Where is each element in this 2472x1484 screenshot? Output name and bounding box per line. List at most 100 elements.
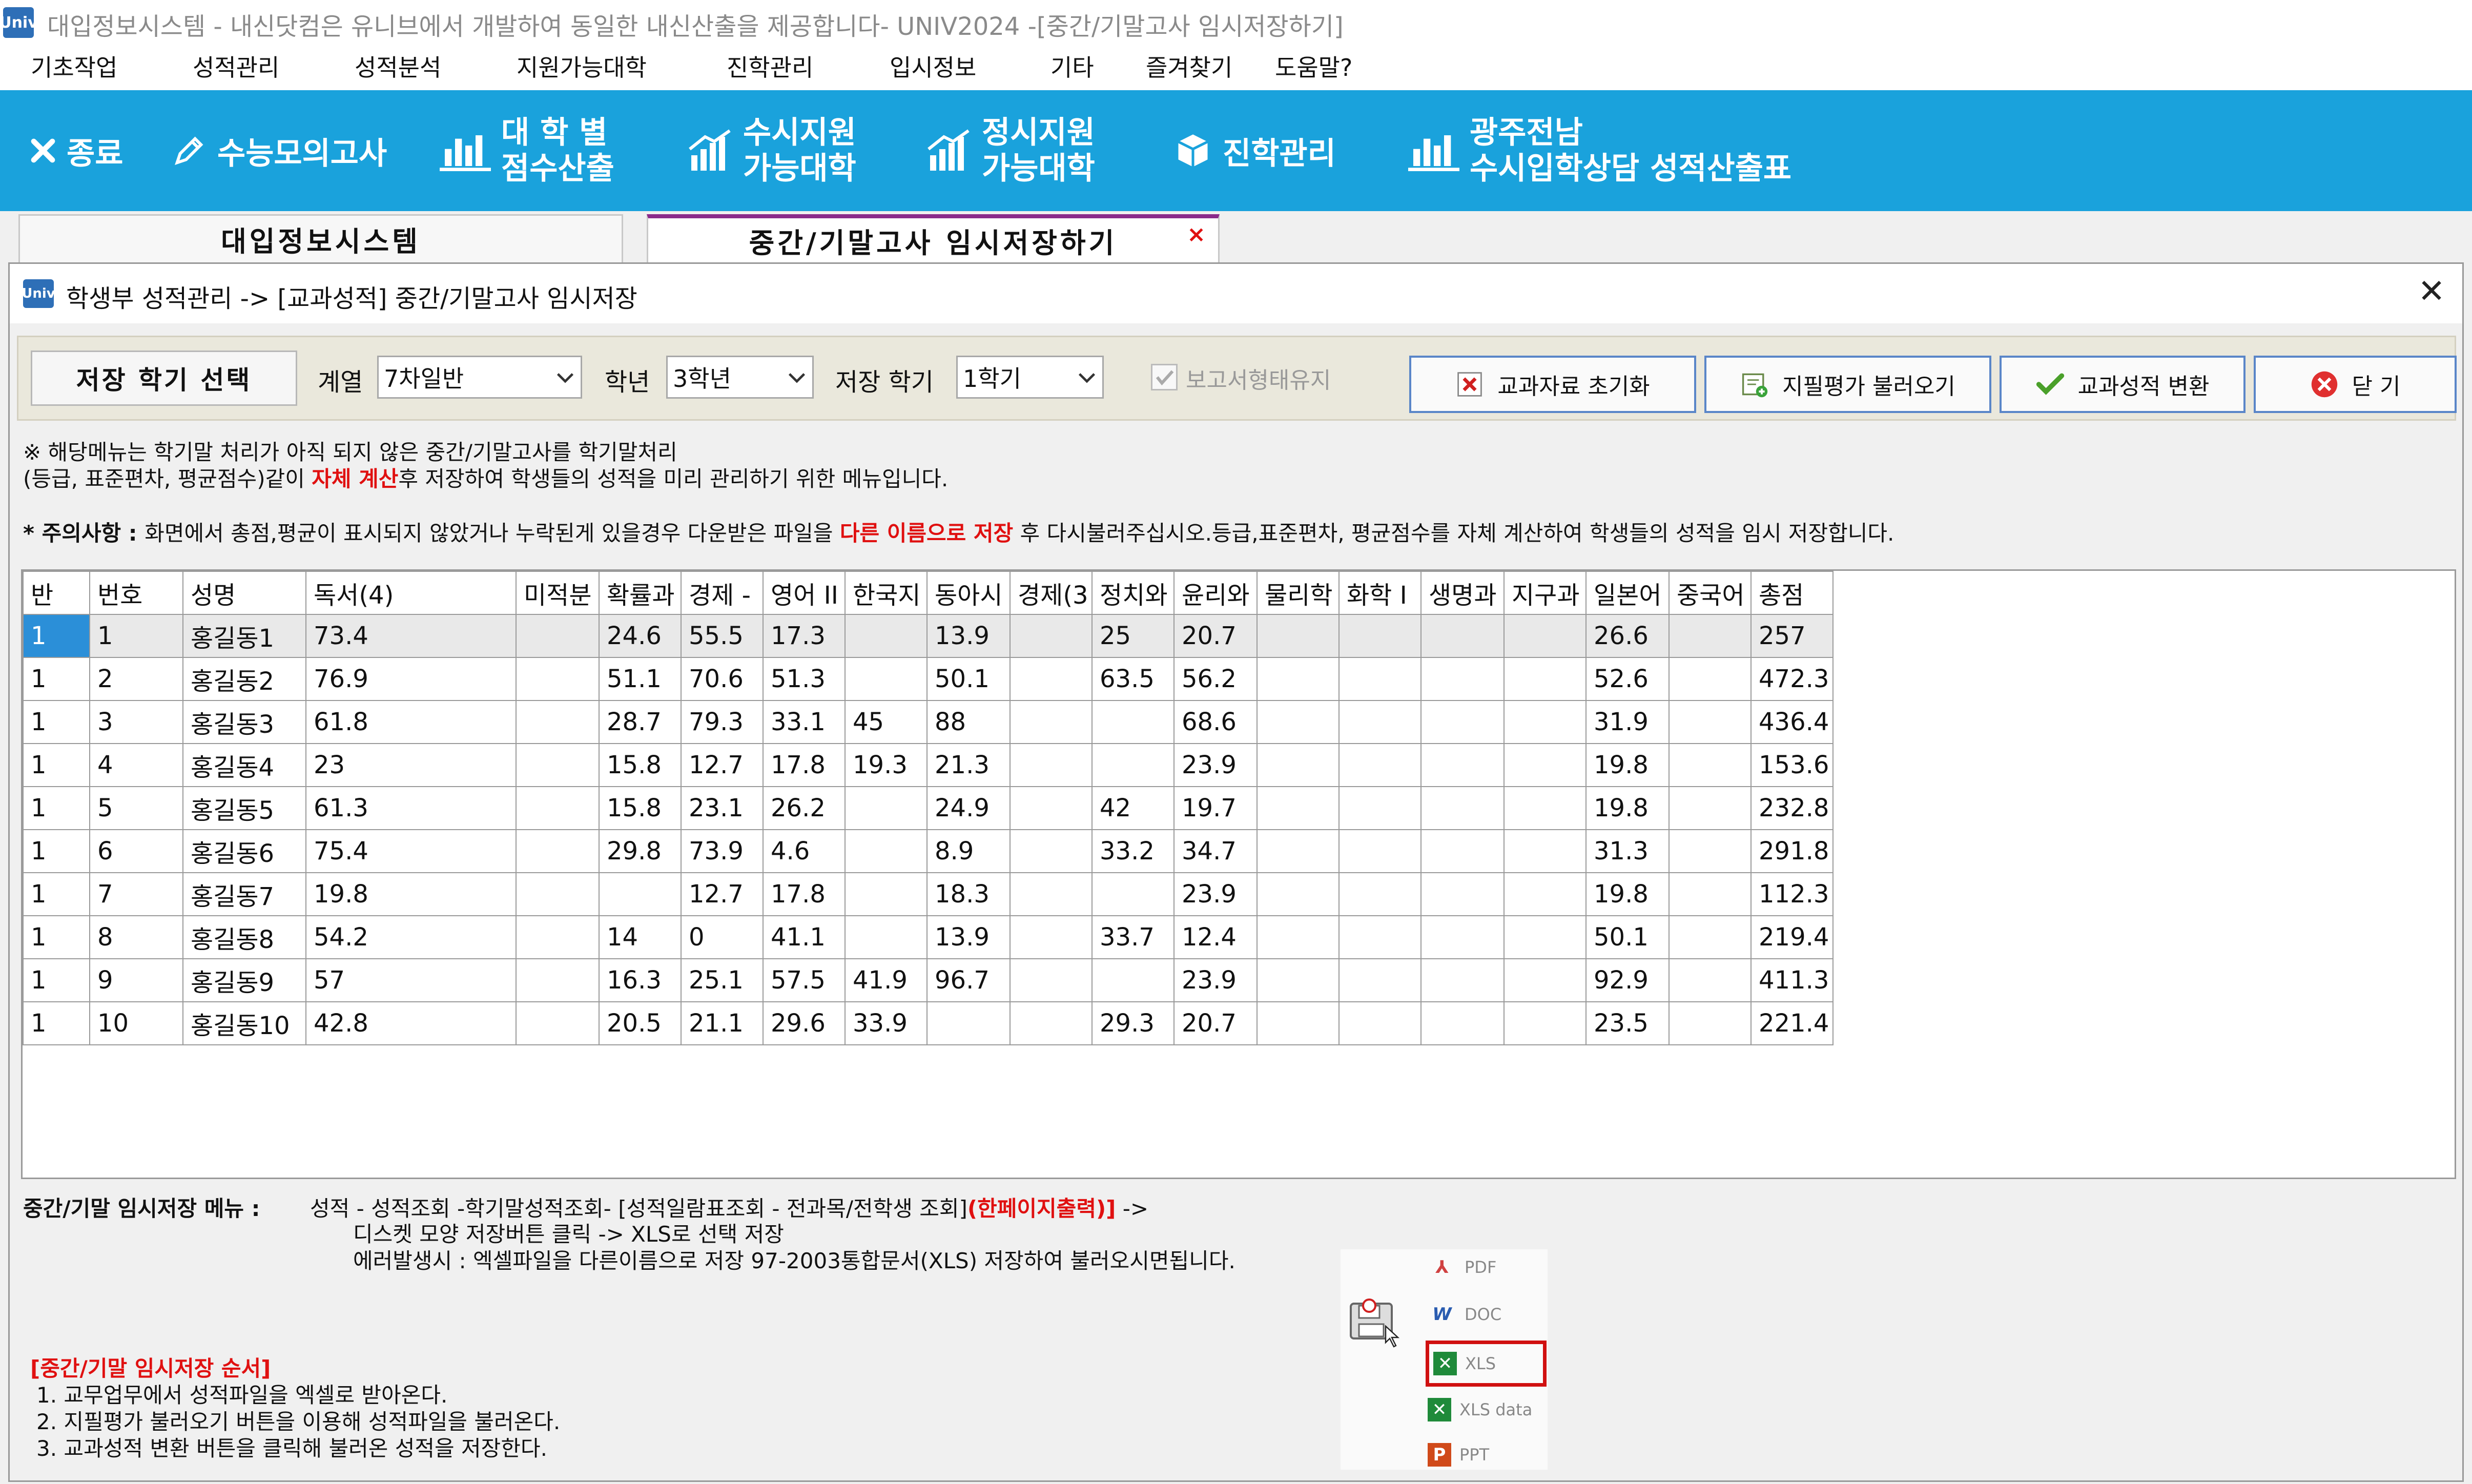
table-cell[interactable]: 20.5 [599,1001,682,1045]
menu-counseling[interactable]: 진학관리 [727,49,813,83]
table-cell[interactable]: 63.5 [1091,657,1175,701]
table-cell[interactable]: 31.3 [1585,829,1670,873]
table-cell[interactable] [1668,915,1752,959]
table-cell[interactable]: 23.9 [1173,958,1258,1002]
table-cell[interactable]: 1 [23,786,90,830]
table-cell[interactable] [1503,786,1587,830]
table-cell[interactable]: 홍길동3 [182,700,306,744]
table-cell[interactable]: 33.2 [1091,829,1175,873]
table-cell[interactable] [1338,958,1422,1002]
export-ppt-option[interactable]: P PPT [1428,1437,1546,1473]
table-cell[interactable]: 23.9 [1173,743,1258,787]
column-header[interactable]: 반 [23,571,90,615]
column-header[interactable]: 미적분 [516,571,600,615]
table-row[interactable]: 1 9 홍길동9 57 16.3 25.1 57.5 41.9 96.7 23.9 92.9 411.… [23,958,1834,1002]
table-cell[interactable]: 8 [89,915,183,959]
table-cell[interactable]: 홍길동5 [182,786,306,830]
table-cell[interactable]: 4.6 [763,829,846,873]
table-cell[interactable]: 33.1 [763,700,846,744]
table-cell[interactable]: 42 [1091,786,1175,830]
column-header[interactable]: 화학 I [1338,571,1422,615]
table-cell[interactable] [844,915,928,959]
table-cell[interactable]: 1 [89,614,183,658]
table-cell[interactable] [516,614,600,658]
menu-favorites[interactable]: 즐겨찾기 [1146,49,1232,83]
table-cell[interactable] [1668,1001,1752,1045]
table-cell[interactable]: 9 [89,958,183,1002]
table-cell[interactable] [1338,872,1422,916]
table-cell[interactable]: 1 [23,614,90,658]
table-cell[interactable] [1420,958,1505,1002]
table-cell[interactable]: 29.8 [599,829,682,873]
table-cell[interactable] [1503,829,1587,873]
column-header[interactable]: 생명과 [1420,571,1505,615]
table-cell[interactable]: 1 [23,958,90,1002]
table-cell[interactable]: 6 [89,829,183,873]
table-cell[interactable] [1668,743,1752,787]
table-cell[interactable]: 51.3 [763,657,846,701]
table-cell[interactable] [1420,614,1505,658]
table-cell[interactable] [1338,829,1422,873]
grade-select[interactable]: 3학년 [666,356,814,399]
table-cell[interactable]: 홍길동8 [182,915,306,959]
table-cell[interactable]: 홍길동9 [182,958,306,1002]
table-row[interactable]: 1 2 홍길동2 76.9 51.1 70.6 51.3 50.1 63.5 56.2 52.6 47… [23,657,1834,701]
track-select[interactable]: 7차일반 [377,356,582,399]
reset-button[interactable]: 교과자료 초기화 [1409,356,1696,413]
table-cell[interactable]: 76.9 [305,657,517,701]
table-cell[interactable]: 73.4 [305,614,517,658]
table-cell[interactable] [1010,700,1093,744]
table-cell[interactable] [1010,915,1093,959]
table-cell[interactable]: 33.9 [844,1001,928,1045]
table-cell[interactable]: 232.8 [1750,786,1834,830]
table-cell[interactable]: 4 [89,743,183,787]
table-cell[interactable] [1668,786,1752,830]
table-cell[interactable]: 홍길동1 [182,614,306,658]
table-row[interactable]: 1 4 홍길동4 23 15.8 12.7 17.8 19.3 21.3 23.9 19.8 153.… [23,743,1834,787]
table-cell[interactable]: 10 [89,1001,183,1045]
table-cell[interactable]: 45 [844,700,928,744]
table-cell[interactable] [516,915,600,959]
table-cell[interactable]: 홍길동2 [182,657,306,701]
table-cell[interactable] [1091,743,1175,787]
table-cell[interactable] [1256,915,1340,959]
table-cell[interactable] [516,700,600,744]
menu-analysis[interactable]: 성적분석 [355,49,441,83]
table-cell[interactable]: 5 [89,786,183,830]
tab-main-system[interactable]: 대입정보시스템 [18,214,623,262]
table-cell[interactable]: 21.1 [681,1001,764,1045]
table-cell[interactable]: 31.9 [1585,700,1670,744]
table-cell[interactable] [844,829,928,873]
jinhak-button[interactable]: 진학관리 [1173,90,1336,211]
table-cell[interactable] [1091,700,1175,744]
table-cell[interactable]: 홍길동7 [182,872,306,916]
table-cell[interactable]: 1 [23,872,90,916]
table-row[interactable]: 1 10 홍길동10 42.8 20.5 21.1 29.6 33.9 29.3 20.7 23.5… [23,1001,1834,1045]
table-cell[interactable] [1256,743,1340,787]
table-cell[interactable]: 23.1 [681,786,764,830]
tab-close-icon[interactable]: × [1187,221,1209,248]
table-row[interactable]: 1 7 홍길동7 19.8 12.7 17.8 18.3 23.9 19.8 112.3 [23,872,1834,916]
table-cell[interactable] [844,872,928,916]
table-cell[interactable]: 41.9 [844,958,928,1002]
column-header[interactable]: 정치와 [1091,571,1175,615]
table-cell[interactable] [1338,786,1422,830]
column-header[interactable]: 총점 [1750,571,1834,615]
table-cell[interactable]: 15.8 [599,786,682,830]
table-cell[interactable]: 1 [23,915,90,959]
table-cell[interactable]: 50.1 [926,657,1011,701]
table-cell[interactable]: 0 [681,915,764,959]
table-cell[interactable] [1091,958,1175,1002]
table-cell[interactable] [516,657,600,701]
table-cell[interactable]: 52.6 [1585,657,1670,701]
tab-temp-save[interactable]: 중간/기말고사 임시저장하기 × [647,214,1220,262]
table-cell[interactable] [926,1001,1011,1045]
table-cell[interactable] [516,829,600,873]
table-cell[interactable]: 29.3 [1091,1001,1175,1045]
table-cell[interactable] [1503,743,1587,787]
table-cell[interactable] [1338,743,1422,787]
table-cell[interactable] [1091,872,1175,916]
grades-grid[interactable]: 반 번호 성명 독서(4) 미적분 확률과 경제 - 영어 II 한국지 동아시 경제(3 정치와 윤리… [21,569,2456,1179]
table-cell[interactable]: 68.6 [1173,700,1258,744]
table-cell[interactable]: 23 [305,743,517,787]
